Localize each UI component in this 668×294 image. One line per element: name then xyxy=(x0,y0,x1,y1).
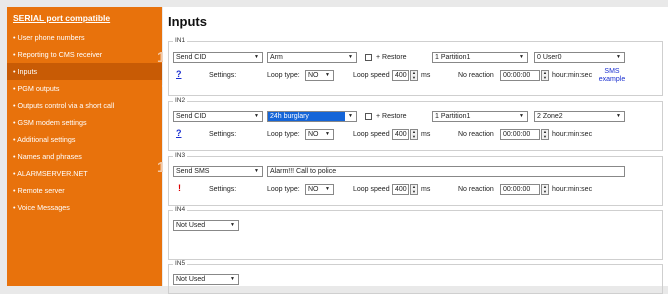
loop-speed-spinner[interactable]: ▲ ▼ xyxy=(410,129,418,140)
restore-checkbox[interactable] xyxy=(365,54,372,61)
mode-select[interactable]: Send SMS ▼ xyxy=(173,166,263,177)
chevron-down-icon: ▼ xyxy=(251,53,262,62)
loop-speed-label: Loop speed xyxy=(353,72,390,79)
chevron-down-icon: ▼ xyxy=(613,53,624,62)
chevron-down-icon: ▼ xyxy=(251,112,262,121)
loop-speed-spinner[interactable]: ▲ ▼ xyxy=(410,70,418,81)
event-select[interactable]: 24h burglary ▼ xyxy=(267,111,357,122)
loop-speed-input[interactable]: 400 xyxy=(392,184,409,195)
user-select[interactable]: 2 Zone2 ▼ xyxy=(534,111,625,122)
no-reaction-time-input[interactable]: 00:00:00 xyxy=(500,129,540,140)
chevron-down-icon: ▼ xyxy=(345,112,356,121)
chevron-down-icon: ▼ xyxy=(516,53,527,62)
chevron-down-icon: ▼ xyxy=(345,53,356,62)
no-reaction-label: No reaction xyxy=(458,131,494,138)
input-group-in2: IN2 Send CID ▼ 24h burglary ▼ + Restore 1 … xyxy=(168,97,663,151)
ms-label: ms xyxy=(421,186,431,193)
ms-label: ms xyxy=(421,72,431,79)
input-group-in5: IN5 Not Used ▼ xyxy=(168,260,663,294)
sidebar-item-gsm-modem[interactable]: • GSM modem settings xyxy=(7,114,162,131)
chevron-down-icon: ▼ xyxy=(322,71,333,80)
main-panel: Inputs IN1 Send CID ▼ Arm ▼ + Restore 1 Pa… xyxy=(163,7,668,294)
chevron-down-icon: ▼ xyxy=(516,112,527,121)
sidebar-item-inputs[interactable]: • Inputs xyxy=(7,63,162,80)
loop-type-select[interactable]: NO ▼ xyxy=(305,129,334,140)
sms-example-link[interactable]: SMS example xyxy=(598,68,626,84)
loop-speed-input[interactable]: 400 xyxy=(392,129,409,140)
settings-label: Settings: xyxy=(209,72,237,79)
page-title: Inputs xyxy=(168,14,207,29)
no-reaction-spinner[interactable]: ▲ ▼ xyxy=(541,184,549,195)
input-group-label: IN3 xyxy=(173,152,188,159)
sms-message-input[interactable]: Alarm!!! Call to police xyxy=(267,166,625,177)
ms-label: ms xyxy=(421,131,431,138)
input-group-label: IN4 xyxy=(173,206,188,213)
loop-type-label: Loop type: xyxy=(267,72,300,79)
partition-select[interactable]: 1 Partition1 ▼ xyxy=(432,111,528,122)
chevron-down-icon: ▼ xyxy=(322,130,333,139)
no-reaction-label: No reaction xyxy=(458,186,494,193)
settings-label: Settings: xyxy=(209,186,237,193)
loop-speed-input[interactable]: 400 xyxy=(392,70,409,81)
sidebar-item-reporting-cms[interactable]: • Reporting to CMS receiver xyxy=(7,46,162,63)
loop-type-label: Loop type: xyxy=(267,186,300,193)
help-link[interactable]: ? xyxy=(176,69,182,80)
time-unit-label: hour:min:sec xyxy=(552,186,593,193)
help-link[interactable]: ? xyxy=(176,128,182,139)
sidebar-item-remote-server[interactable]: • Remote server xyxy=(7,182,162,199)
loop-type-select[interactable]: NO ▼ xyxy=(305,70,334,81)
time-unit-label: hour:min:sec xyxy=(552,131,593,138)
partition-select[interactable]: 1 Partition1 ▼ xyxy=(432,52,528,63)
no-reaction-spinner[interactable]: ▲ ▼ xyxy=(541,129,549,140)
chevron-down-icon: ▼ xyxy=(322,185,333,194)
sidebar-item-outputs-short-call[interactable]: • Outputs control via a short call xyxy=(7,97,162,114)
loop-type-label: Loop type: xyxy=(267,131,300,138)
settings-label: Settings: xyxy=(209,131,237,138)
time-unit-label: hour:min:sec xyxy=(552,72,593,79)
input-group-label: IN2 xyxy=(173,97,188,104)
loop-speed-label: Loop speed xyxy=(353,131,390,138)
chevron-down-icon: ▼ xyxy=(613,112,624,121)
restore-label: + Restore xyxy=(376,54,407,61)
sidebar: SERIAL port compatible • User phone numb… xyxy=(7,7,174,286)
mode-select[interactable]: Send CID ▼ xyxy=(173,52,263,63)
chevron-down-icon: ▼ xyxy=(251,167,262,176)
loop-speed-label: Loop speed xyxy=(353,186,390,193)
warning-icon[interactable]: ! xyxy=(178,183,181,194)
sidebar-title-link[interactable]: SERIAL port compatible xyxy=(7,7,162,29)
loop-type-select[interactable]: NO ▼ xyxy=(305,184,334,195)
input-group-in1: IN1 Send CID ▼ Arm ▼ + Restore 1 Partition… xyxy=(168,37,663,96)
event-select[interactable]: Arm ▼ xyxy=(267,52,357,63)
no-reaction-label: No reaction xyxy=(458,72,494,79)
restore-label: + Restore xyxy=(376,113,407,120)
input-group-in4: IN4 Not Used ▼ xyxy=(168,206,663,260)
chevron-down-icon: ▼ xyxy=(227,275,238,284)
mode-select[interactable]: Not Used ▼ xyxy=(173,220,239,231)
input-group-label: IN1 xyxy=(173,37,188,44)
sidebar-item-pgm-outputs[interactable]: • PGM outputs xyxy=(7,80,162,97)
sidebar-item-names-phrases[interactable]: • Names and phrases xyxy=(7,148,162,165)
sidebar-item-user-phone-numbers[interactable]: • User phone numbers xyxy=(7,29,162,46)
chevron-down-icon: ▼ xyxy=(227,221,238,230)
no-reaction-time-input[interactable]: 00:00:00 xyxy=(500,184,540,195)
mode-select[interactable]: Send CID ▼ xyxy=(173,111,263,122)
restore-checkbox[interactable] xyxy=(365,113,372,120)
sidebar-item-voice-messages[interactable]: • Voice Messages xyxy=(7,199,162,216)
user-select[interactable]: 0 User0 ▼ xyxy=(534,52,625,63)
no-reaction-time-input[interactable]: 00:00:00 xyxy=(500,70,540,81)
input-group-in3: IN3 Send SMS ▼ Alarm!!! Call to police ! … xyxy=(168,152,663,206)
sidebar-item-additional-settings[interactable]: • Additional settings xyxy=(7,131,162,148)
sidebar-item-alarmserver[interactable]: • ALARMSERVER.NET xyxy=(7,165,162,182)
loop-speed-spinner[interactable]: ▲ ▼ xyxy=(410,184,418,195)
mode-select[interactable]: Not Used ▼ xyxy=(173,274,239,285)
input-group-label: IN5 xyxy=(173,260,188,267)
no-reaction-spinner[interactable]: ▲ ▼ xyxy=(541,70,549,81)
